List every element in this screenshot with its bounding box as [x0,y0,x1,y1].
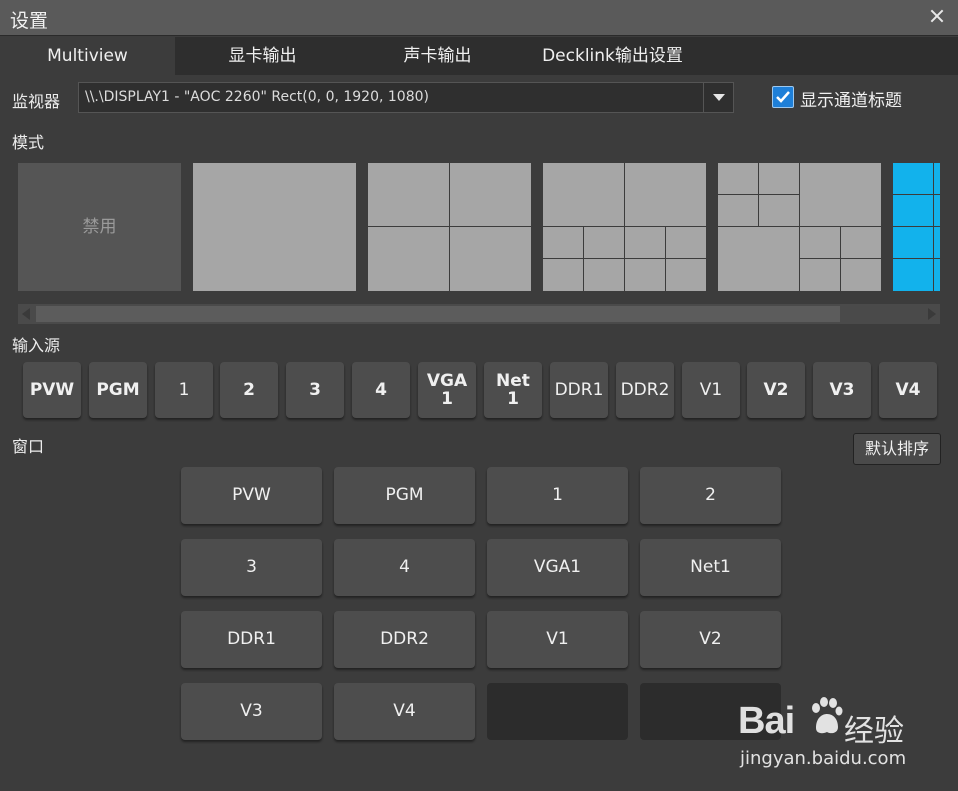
source-button-pvw[interactable]: PVW [23,362,81,418]
window-slot-2[interactable]: 2 [640,467,781,524]
tab-decklink-settings[interactable]: Decklink输出设置 [525,37,700,75]
window-slot-v2[interactable]: V2 [640,611,781,668]
chevron-down-icon[interactable] [703,83,733,112]
window-slot-pvw[interactable]: PVW [181,467,322,524]
source-button-4[interactable]: 4 [352,362,410,418]
tab-audio-output[interactable]: 声卡输出 [350,37,525,75]
window-section-label: 窗口 [12,437,45,456]
monitor-label: 监视器 [12,92,61,111]
watermark-url: jingyan.baidu.com [740,748,907,769]
mode-scrollbar[interactable] [18,304,940,324]
source-button-ddr1[interactable]: DDR1 [550,362,608,418]
window-slot-v3[interactable]: V3 [181,683,322,740]
window-slot-vga1[interactable]: VGA1 [487,539,628,596]
default-sort-button[interactable]: 默认排序 [853,433,941,465]
mode-layout-selected[interactable] [893,163,940,291]
source-button-pgm[interactable]: PGM [89,362,147,418]
input-sources-label: 输入源 [12,336,61,355]
close-icon[interactable] [928,7,946,25]
window-slot-pgm[interactable]: PGM [334,467,475,524]
source-button-2[interactable]: 2 [220,362,278,418]
mode-layout-1x1[interactable] [193,163,356,291]
scroll-right-icon[interactable] [928,308,936,320]
scroll-left-icon[interactable] [22,308,30,320]
window-slot-empty[interactable] [487,683,628,740]
source-button-v2[interactable]: V2 [747,362,805,418]
scrollbar-thumb[interactable] [36,306,840,322]
source-button-net1[interactable]: Net 1 [484,362,542,418]
source-button-1[interactable]: 1 [155,362,213,418]
mode-layout-2x2[interactable] [368,163,531,291]
source-button-v4[interactable]: V4 [879,362,937,418]
source-button-vga1[interactable]: VGA 1 [418,362,476,418]
mode-disabled-option[interactable]: 禁用 [18,163,181,291]
watermark-suffix: 经验 [844,714,904,749]
mode-layout-2-plus-8[interactable] [543,163,706,291]
monitor-dropdown[interactable]: \\.\DISPLAY1 - "AOC 2260" Rect(0, 0, 192… [78,82,734,113]
paw-icon [812,697,843,734]
show-channel-title-checkbox[interactable] [772,86,794,108]
monitor-value: \\.\DISPLAY1 - "AOC 2260" Rect(0, 0, 192… [85,89,429,105]
window-slot-1[interactable]: 1 [487,467,628,524]
window-slot-4[interactable]: 4 [334,539,475,596]
window-slot-empty[interactable] [640,683,781,740]
tab-bar: Multiview 显卡输出 声卡输出 Decklink输出设置 [0,37,958,75]
window-title: 设置 [10,10,49,32]
show-channel-title-label: 显示通道标题 [800,91,902,111]
window-slot-ddr1[interactable]: DDR1 [181,611,322,668]
window-slot-net1[interactable]: Net1 [640,539,781,596]
tab-multiview[interactable]: Multiview [0,37,175,75]
source-button-v1[interactable]: V1 [682,362,740,418]
tab-gpu-output[interactable]: 显卡输出 [175,37,350,75]
mode-layout-mixed[interactable] [718,163,881,291]
checkmark-icon [776,91,790,103]
mode-label: 模式 [12,133,45,152]
source-button-ddr2[interactable]: DDR2 [616,362,674,418]
window-slot-ddr2[interactable]: DDR2 [334,611,475,668]
window-slot-v1[interactable]: V1 [487,611,628,668]
source-button-3[interactable]: 3 [286,362,344,418]
title-bar: 设置 [0,0,958,36]
window-slot-v4[interactable]: V4 [334,683,475,740]
source-button-v3[interactable]: V3 [813,362,871,418]
window-slot-3[interactable]: 3 [181,539,322,596]
